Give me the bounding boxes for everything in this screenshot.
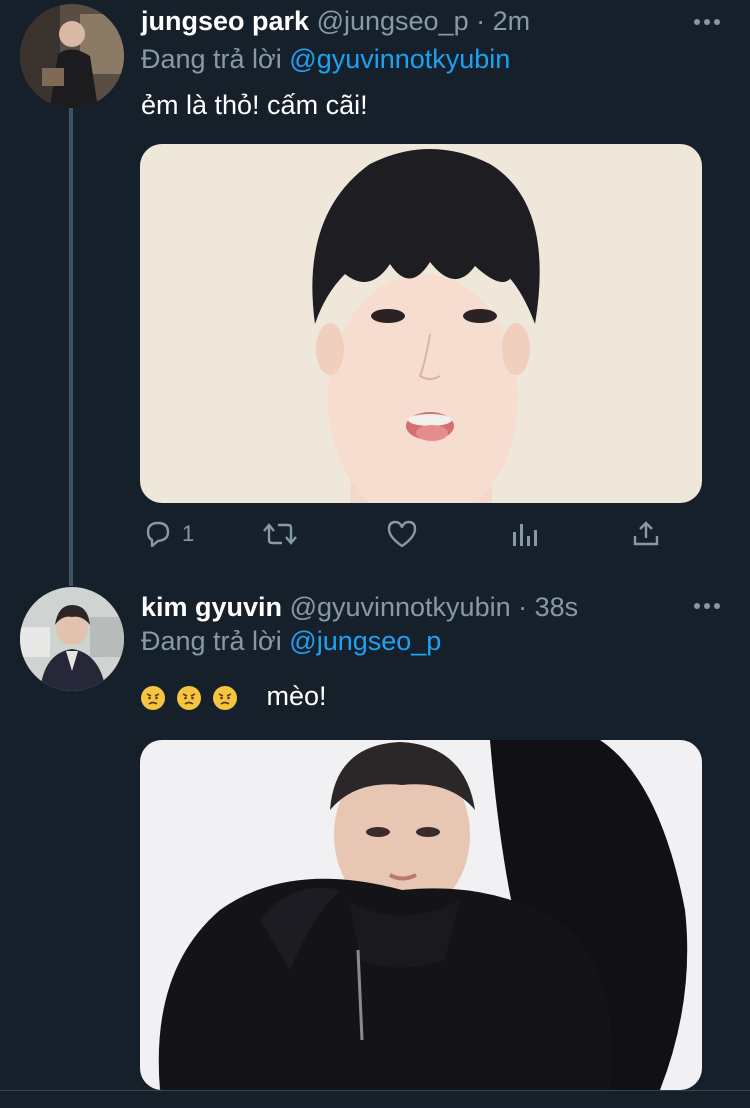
reply-icon [142,518,174,550]
mention-link[interactable]: @gyuvinnotkyubin [289,44,510,74]
retweet-icon [260,518,300,550]
tweet-1[interactable]: jungseo park @jungseo_p · 2m Đang trả lờ… [0,0,750,586]
analytics-button[interactable] [510,518,540,550]
author-name[interactable]: kim gyuvin [141,592,282,622]
author-handle[interactable]: @jungseo_p [317,6,469,36]
tweet-text: mèo! [266,681,327,711]
tweet-text: ẻm là thỏ! cấm cãi! [141,90,368,120]
reply-button[interactable]: 1 [142,518,194,550]
analytics-icon [510,518,540,550]
tweet-text-row: mèo! [141,681,327,712]
timestamp[interactable]: 2m [493,6,531,36]
retweet-button[interactable] [260,518,300,550]
author-name[interactable]: jungseo park [141,6,309,36]
angry-face-emoji [213,685,237,710]
replying-to: Đang trả lời @jungseo_p [141,626,441,657]
avatar-gyuvin[interactable] [20,587,124,691]
more-options-icon[interactable] [694,602,720,610]
separator-dot: · [476,6,486,36]
tweet-header: kim gyuvin @gyuvinnotkyubin · 38s [141,592,578,623]
reply-count: 1 [182,521,195,546]
share-icon [630,518,662,550]
timestamp[interactable]: 38s [535,592,579,622]
author-handle[interactable]: @gyuvinnotkyubin [290,592,511,622]
replying-to-label: Đang trả lời [141,626,282,656]
tweet-actions: 1 [140,518,680,558]
separator-dot: · [518,592,528,622]
more-options-icon[interactable] [694,18,720,26]
tweet-2[interactable]: kim gyuvin @gyuvinnotkyubin · 38s Đang t… [0,580,750,1108]
avatar-jungseo[interactable] [20,4,124,108]
replying-to: Đang trả lời @gyuvinnotkyubin [141,44,510,75]
mention-link[interactable]: @jungseo_p [289,626,441,656]
like-button[interactable] [385,518,419,550]
like-icon [385,518,419,550]
replying-to-label: Đang trả lời [141,44,282,74]
angry-face-emoji [141,685,165,710]
angry-face-emoji [177,685,201,710]
share-button[interactable] [630,518,662,550]
tweet-header: jungseo park @jungseo_p · 2m [141,6,530,37]
tweet-photo[interactable] [140,144,702,503]
divider [0,1090,750,1091]
tweet-photo[interactable] [140,740,702,1090]
thread-line [69,108,73,586]
